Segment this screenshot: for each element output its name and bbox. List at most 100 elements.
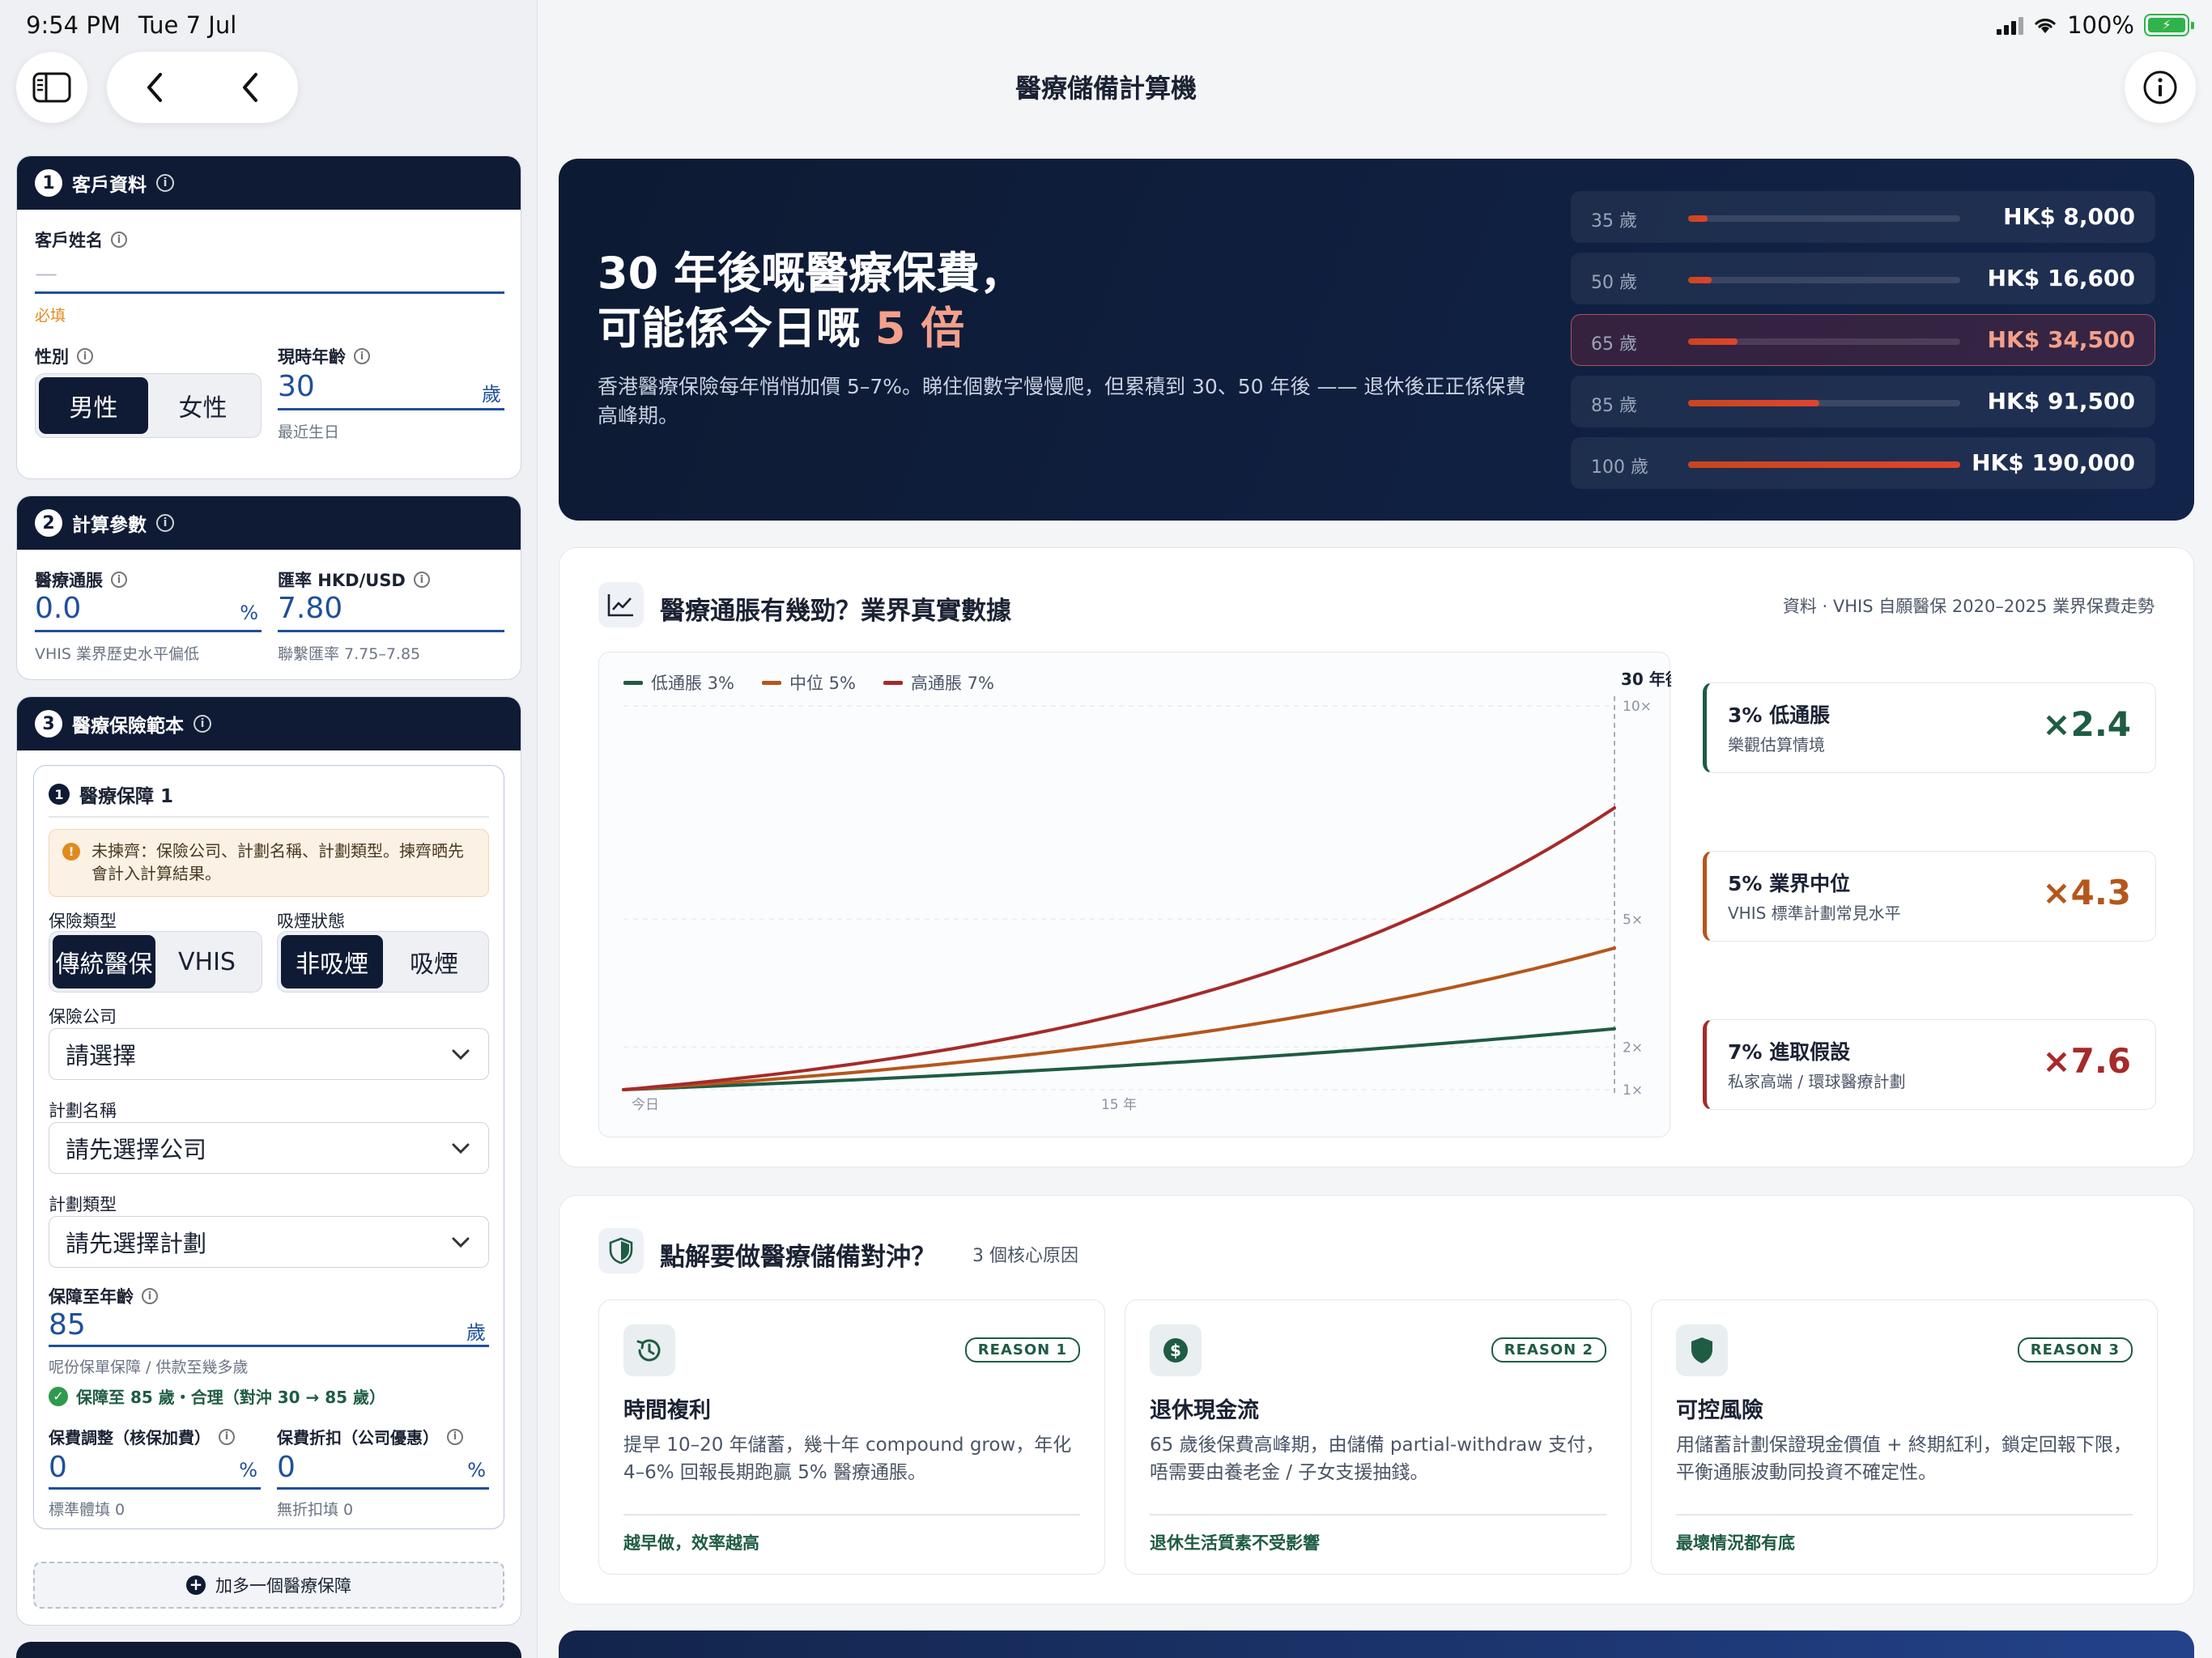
card-title: 計算參數 — [72, 515, 147, 536]
premium-age: 50 歲 — [1591, 273, 1637, 293]
company-label: 保險公司 — [49, 1007, 117, 1027]
premium-row: 85 歲 HK$ 91,500 — [1571, 376, 2155, 427]
company-select[interactable]: 請選擇 — [49, 1028, 489, 1080]
sidebar-toggle-button[interactable] — [16, 52, 87, 123]
age-input[interactable]: 30 歲 — [278, 370, 504, 410]
insurance-type-toggle: 傳統醫保 VHIS — [49, 931, 262, 993]
chevron-down-icon — [452, 1143, 470, 1154]
gender-label: 性別 i — [35, 344, 93, 368]
smoking-toggle: 非吸煙 吸煙 — [277, 931, 489, 993]
premium-bar — [1688, 277, 1712, 283]
info-icon[interactable]: i — [156, 514, 174, 532]
divider — [1150, 1514, 1606, 1516]
chevron-down-icon — [452, 1049, 470, 1061]
smoking-label: 吸煙狀態 — [277, 912, 345, 931]
reason-footer: 退休生活質素不受影響 — [1150, 1533, 1320, 1553]
add-plan-label: 加多一個醫療保障 — [215, 1576, 351, 1596]
app-root: 1 客戶資料 i 客戶姓名 i — 必填 性別 i 男性 女性 現時年齡 i 3… — [0, 0, 2212, 1658]
info-icon[interactable]: i — [354, 348, 370, 364]
premium-age: 100 歲 — [1591, 457, 1648, 478]
warning-box: ! 未揀齊：保險公司、計劃名稱、計劃類型。揀齊晒先會計入計算結果。 — [49, 829, 489, 897]
premium-amount: HK$ 16,600 — [1987, 265, 2135, 291]
info-icon[interactable]: i — [111, 572, 127, 588]
info-button[interactable] — [2125, 52, 2196, 123]
info-icon[interactable]: i — [142, 1288, 158, 1304]
adjustment-hint: 標準體填 0 — [49, 1501, 125, 1519]
info-icon[interactable]: i — [413, 572, 430, 588]
inflation-input[interactable]: 0.0 % — [35, 592, 262, 632]
adjustment-label-text: 保費調整（核保加費） — [49, 1428, 211, 1448]
info-icon[interactable]: i — [77, 348, 93, 364]
main-content: 醫療儲備計算機 30 年後嘅醫療保費， 可能係今日嘅 5 倍 香港醫療保險每年悄… — [539, 0, 2212, 1658]
plan-type-select[interactable]: 請先選擇計劃 — [49, 1216, 489, 1268]
premium-row: 100 歲 HK$ 190,000 — [1571, 437, 2155, 489]
info-icon[interactable]: i — [219, 1428, 235, 1445]
info-icon[interactable]: i — [111, 232, 127, 248]
inflation-hint: VHIS 業界歷史水平偏低 — [35, 645, 199, 663]
name-label-text: 客戶姓名 — [35, 231, 103, 250]
premium-age: 65 歲 — [1591, 334, 1637, 355]
gender-male-option[interactable]: 男性 — [39, 377, 148, 434]
inflation-chart: 低通脹 3%中位 5%高通脹 7% 1×2×5×10×今日15 年30 年後 — [598, 652, 1671, 1137]
step-badge: 3 — [35, 710, 62, 738]
reason-card: $ REASON 2 退休現金流 65 歲後保費高峰期，由儲備 partial-wit… — [1125, 1299, 1631, 1575]
info-icon[interactable]: i — [447, 1428, 463, 1445]
info-icon[interactable]: i — [156, 174, 174, 192]
multiplier-value: ×2.4 — [2042, 704, 2131, 744]
fx-label: 匯率 HKD/USD i — [278, 568, 430, 592]
required-hint: 必填 — [35, 307, 66, 325]
discount-label: 保費折扣（公司優惠） i — [277, 1425, 463, 1448]
info-icon[interactable]: i — [194, 715, 211, 733]
age-hint: 最近生日 — [278, 423, 340, 441]
cover-age-input[interactable]: 85 歲 — [49, 1308, 489, 1347]
discount-label-text: 保費折扣（公司優惠） — [277, 1428, 439, 1448]
step-badge: 2 — [35, 509, 62, 537]
plan-header: 1 醫療保障 1 — [49, 780, 173, 808]
gender-female-option[interactable]: 女性 — [148, 377, 257, 434]
discount-hint: 無折扣填 0 — [277, 1501, 354, 1519]
smoker-option[interactable]: 吸煙 — [383, 935, 485, 988]
adjustment-unit: % — [239, 1459, 257, 1482]
hero-line-1: 30 年後嘅醫療保費， — [598, 248, 1023, 299]
premium-amount: HK$ 8,000 — [2003, 203, 2135, 230]
step-badge: 1 — [35, 169, 62, 197]
plan-name-label: 計劃名稱 — [49, 1101, 117, 1120]
type-traditional-option[interactable]: 傳統醫保 — [53, 935, 155, 988]
divider — [49, 816, 489, 818]
reason-description: 65 歲後保費高峰期，由儲備 partial-withdraw 支付，唔需要由養… — [1150, 1435, 1605, 1483]
card-title: 醫療保險範本 — [72, 716, 184, 737]
series-line — [622, 946, 1616, 1091]
cover-age-ok: ✓ 保障至 85 歲・合理（對沖 30 → 85 歲） — [49, 1384, 385, 1408]
add-plan-button[interactable]: + 加多一個醫療保障 — [33, 1562, 504, 1609]
back-button[interactable] — [143, 71, 167, 104]
y-tick-label: 5× — [1623, 912, 1643, 928]
type-vhis-option[interactable]: VHIS — [155, 935, 258, 988]
cover-age-value: 85 — [49, 1308, 86, 1341]
discount-input[interactable]: 0 % — [277, 1451, 489, 1490]
adjustment-value: 0 — [49, 1451, 67, 1484]
premium-track — [1688, 461, 1960, 468]
status-time: 9:54 PM — [26, 11, 121, 39]
name-input[interactable]: — — [35, 260, 504, 294]
params-card: 2 計算參數 i 醫療通脹 i 0.0 % VHIS 業界歷史水平偏低 匯率 H… — [16, 495, 521, 680]
premium-row: 35 歲 HK$ 8,000 — [1571, 191, 2155, 243]
multiplier-card: 5% 業界中位 VHIS 標準計劃常見水平 ×4.3 — [1703, 851, 2156, 942]
divider — [623, 1514, 1080, 1516]
hero-banner: 30 年後嘅醫療保費， 可能係今日嘅 5 倍 香港醫療保險每年悄悄加價 5–7%… — [559, 159, 2194, 521]
plan-name-select[interactable]: 請先選擇公司 — [49, 1122, 489, 1174]
summary-panel-top — [559, 1630, 2194, 1658]
insurance-type-label: 保險類型 — [49, 912, 117, 931]
discount-value: 0 — [277, 1451, 296, 1484]
fx-input[interactable]: 7.80 — [278, 592, 504, 632]
premium-amount: HK$ 190,000 — [1972, 449, 2135, 476]
cover-age-label-text: 保障至年齡 — [49, 1287, 134, 1307]
shield-icon — [598, 1228, 644, 1273]
reason-title: 可控風險 — [1676, 1398, 1763, 1423]
multiplier-value: ×7.6 — [2042, 1041, 2131, 1081]
adjustment-input[interactable]: 0 % — [49, 1451, 261, 1490]
svg-text:$: $ — [1170, 1341, 1181, 1360]
check-icon: ✓ — [49, 1386, 68, 1406]
back-button-2[interactable] — [238, 71, 262, 104]
non-smoker-option[interactable]: 非吸煙 — [281, 935, 383, 988]
premium-row: 65 歲 HK$ 34,500 — [1571, 314, 2155, 366]
